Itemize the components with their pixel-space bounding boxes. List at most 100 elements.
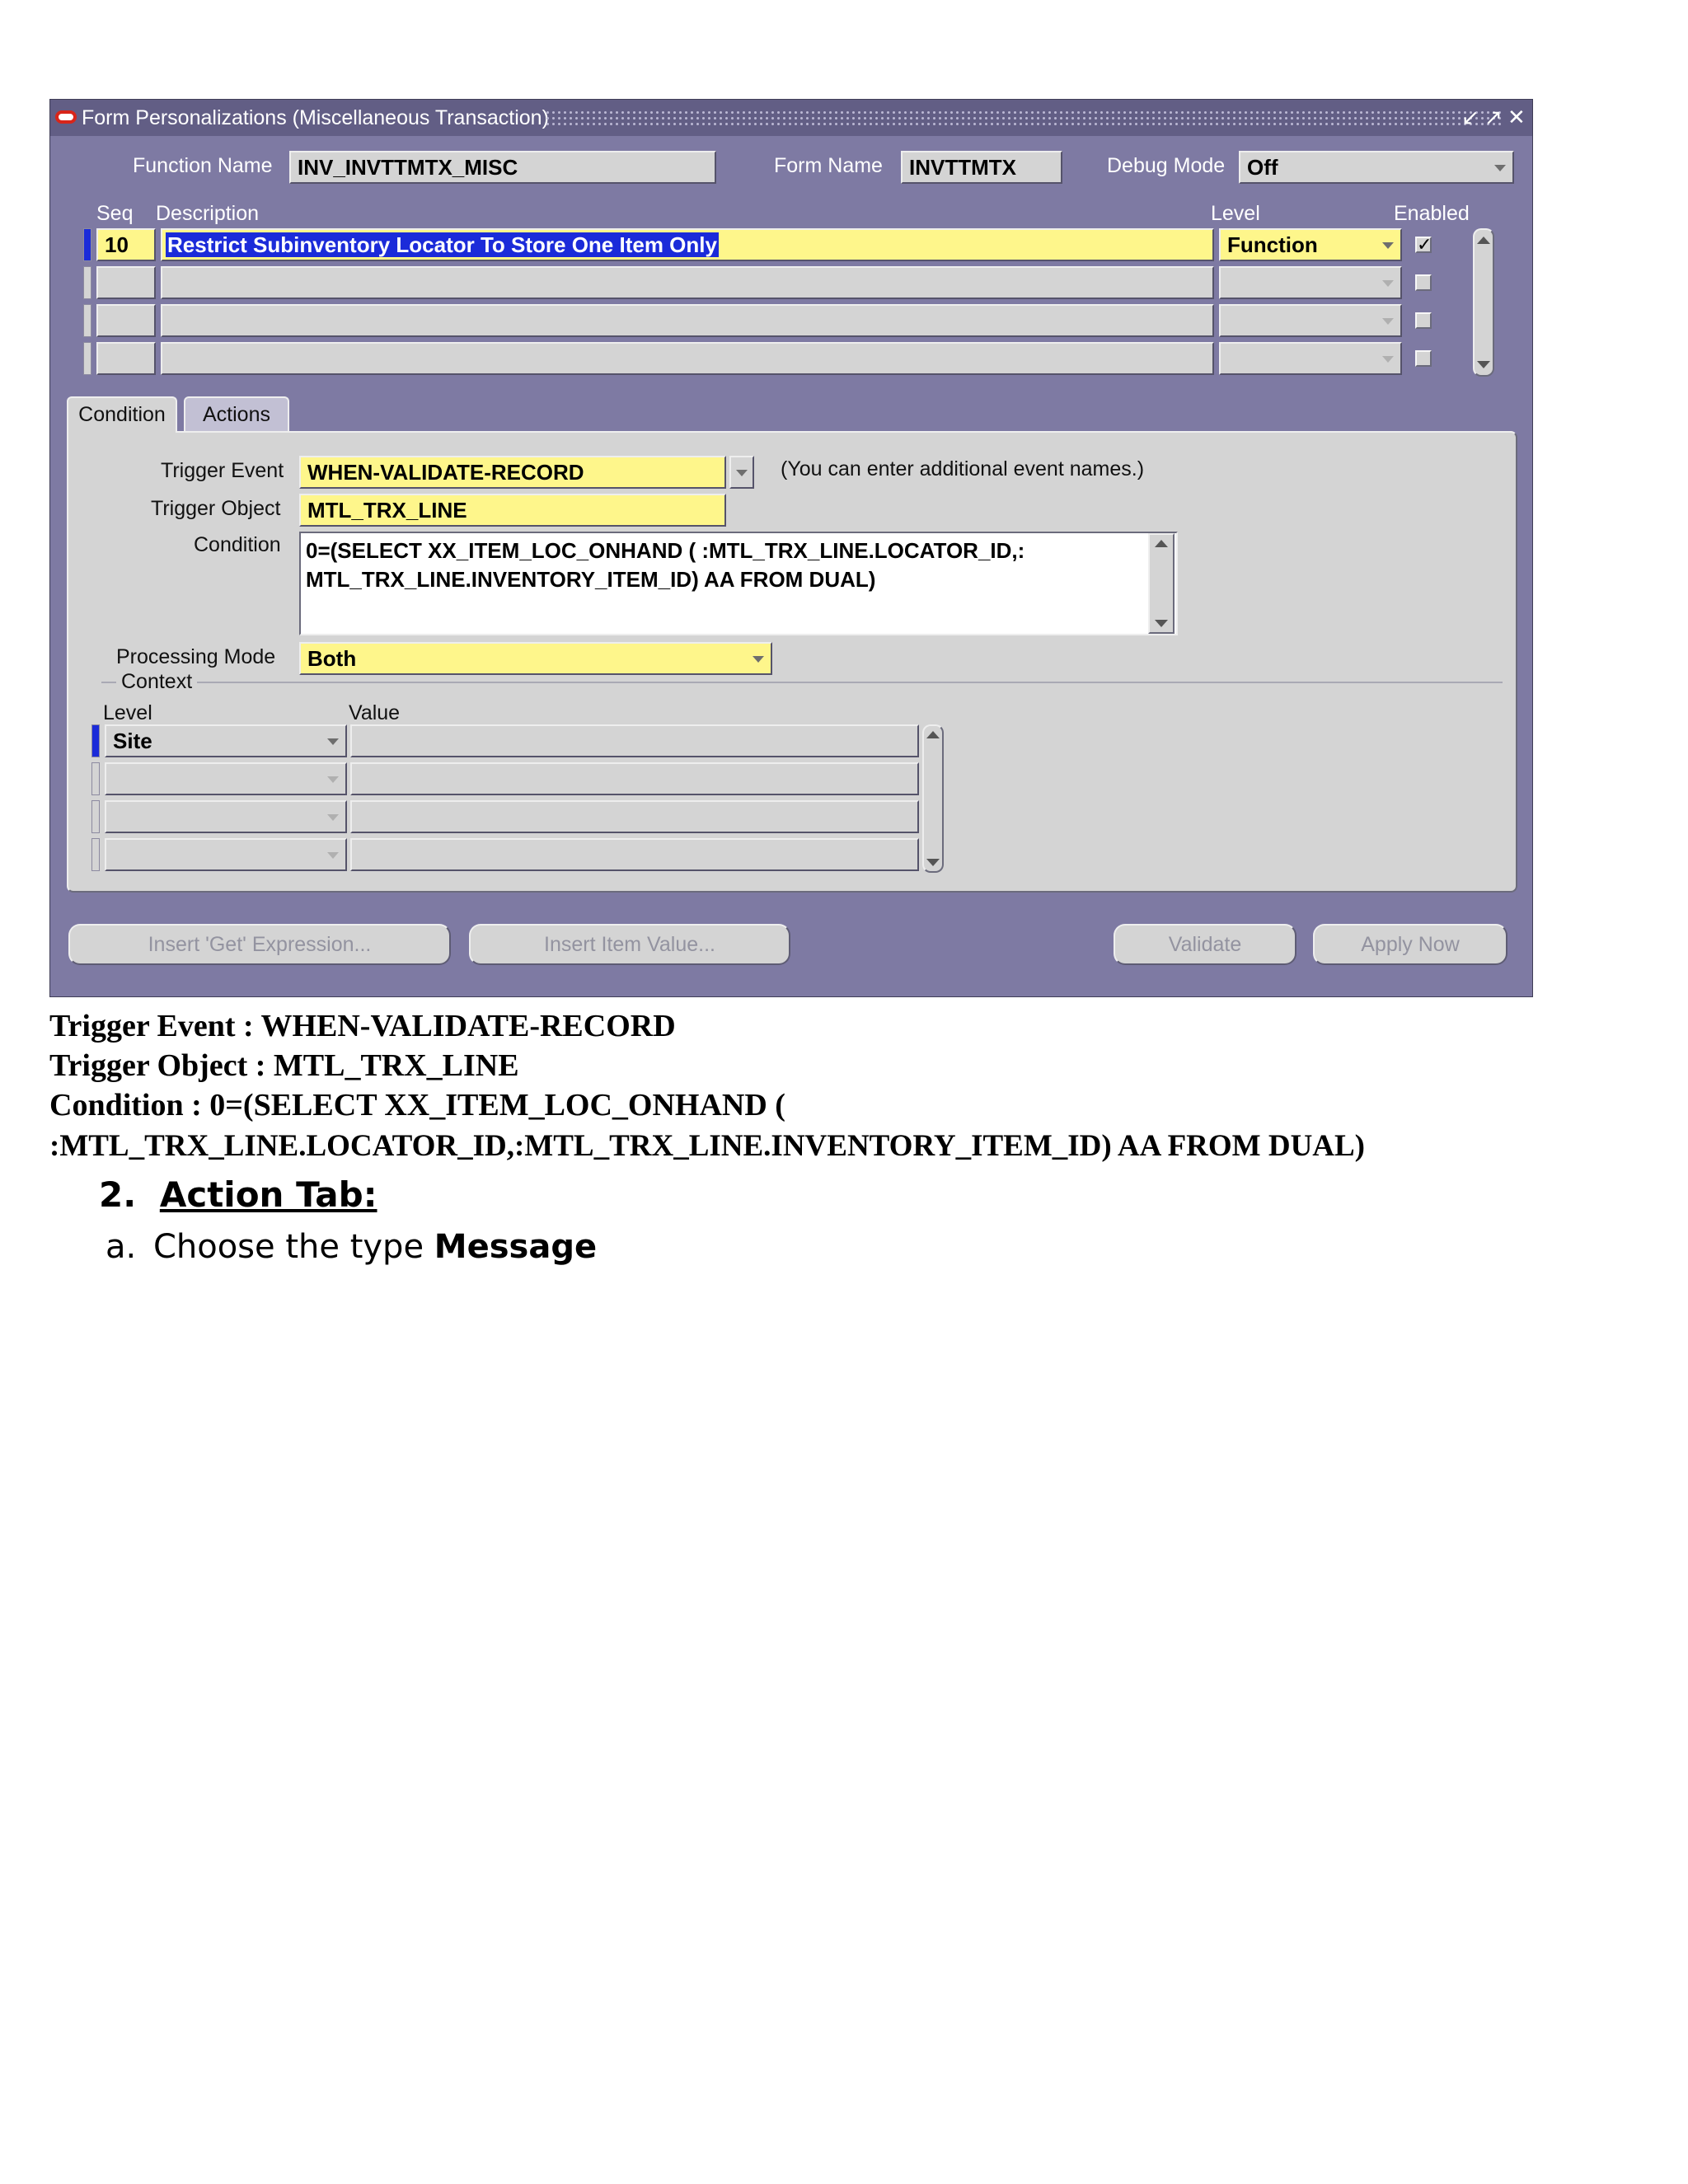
- maximize-icon[interactable]: ↗: [1484, 105, 1503, 129]
- condition-scrollbar[interactable]: [1148, 533, 1175, 634]
- tab-condition[interactable]: Condition: [67, 396, 177, 433]
- form-name-label: Form Name: [774, 154, 883, 177]
- validate-button[interactable]: Validate: [1114, 924, 1296, 965]
- context-level-select[interactable]: [105, 800, 347, 833]
- close-icon[interactable]: ✕: [1507, 105, 1526, 129]
- context-row-indicator[interactable]: [91, 800, 100, 833]
- level-select[interactable]: [1219, 342, 1402, 375]
- scroll-down-icon[interactable]: [1155, 620, 1168, 627]
- list-item-letter: a.: [106, 1228, 137, 1266]
- context-label: Context: [116, 670, 198, 693]
- section-heading: 2. Action Tab:: [99, 1174, 377, 1216]
- apply-now-button[interactable]: Apply Now: [1313, 924, 1507, 965]
- chevron-down-icon: [1382, 280, 1394, 287]
- description-field[interactable]: [161, 266, 1214, 299]
- enabled-checkbox[interactable]: [1415, 312, 1432, 329]
- context-level-value: Site: [113, 729, 152, 753]
- form-name-field[interactable]: INVTTMTX: [901, 151, 1062, 184]
- chevron-down-icon: [736, 470, 748, 476]
- condition-line-2: MTL_TRX_LINE.INVENTORY_ITEM_ID) AA FROM …: [306, 567, 876, 592]
- context-value-field[interactable]: [350, 838, 919, 871]
- window-title: Form Personalizations (Miscellaneous Tra…: [82, 106, 549, 129]
- description-field[interactable]: [161, 304, 1214, 337]
- function-name-field[interactable]: INV_INVTTMTX_MISC: [289, 151, 716, 184]
- list-item-text: Choose the type: [152, 1228, 424, 1266]
- level-value: Function: [1227, 232, 1318, 257]
- chevron-down-icon: [327, 852, 339, 859]
- form-personalizations-window: Form Personalizations (Miscellaneous Tra…: [49, 99, 1533, 997]
- trigger-object-field[interactable]: MTL_TRX_LINE: [299, 494, 726, 527]
- debug-mode-select[interactable]: Off: [1239, 151, 1514, 184]
- context-value-header: Value: [349, 701, 401, 724]
- context-row-indicator[interactable]: [91, 838, 100, 871]
- trigger-object-label: Trigger Object: [151, 497, 281, 520]
- context-divider: [101, 682, 1503, 683]
- tab-actions[interactable]: Actions: [184, 396, 289, 433]
- enabled-checkbox-checked[interactable]: ✓: [1415, 236, 1432, 254]
- level-column-header: Level: [1211, 202, 1260, 225]
- level-select[interactable]: [1219, 304, 1402, 337]
- trigger-event-dropdown[interactable]: [729, 456, 754, 489]
- function-name-label: Function Name: [133, 154, 273, 177]
- processing-mode-label: Processing Mode: [116, 645, 276, 668]
- condition-tab-panel: Trigger Event WHEN-VALIDATE-RECORD (You …: [67, 431, 1517, 893]
- condition-textarea[interactable]: 0=(SELECT XX_ITEM_LOC_ONHAND ( :MTL_TRX_…: [299, 532, 1178, 635]
- scroll-up-icon[interactable]: [1477, 237, 1490, 244]
- doc-trigger-event-line: Trigger Event : WHEN-VALIDATE-RECORD: [49, 1009, 676, 1043]
- titlebar-grip: [545, 110, 1501, 126]
- description-field[interactable]: Restrict Subinventory Locator To Store O…: [161, 228, 1214, 261]
- context-level-header: Level: [103, 701, 152, 724]
- chevron-down-icon: [327, 738, 339, 745]
- insert-get-expression-button[interactable]: Insert 'Get' Expression...: [68, 924, 451, 965]
- context-row-indicator[interactable]: [91, 762, 100, 795]
- context-level-select[interactable]: Site: [105, 724, 347, 757]
- chevron-down-icon: [1494, 165, 1506, 171]
- section-heading-text: Action Tab:: [159, 1174, 377, 1215]
- seq-field[interactable]: [96, 342, 156, 375]
- context-level-select[interactable]: [105, 762, 347, 795]
- trigger-event-combo[interactable]: WHEN-VALIDATE-RECORD: [299, 456, 726, 489]
- scroll-down-icon[interactable]: [1477, 361, 1490, 368]
- seq-field[interactable]: [96, 266, 156, 299]
- scroll-up-icon[interactable]: [926, 731, 940, 738]
- section-heading-number: 2.: [99, 1174, 137, 1215]
- row-indicator[interactable]: [83, 342, 91, 375]
- window-titlebar[interactable]: Form Personalizations (Miscellaneous Tra…: [50, 100, 1532, 136]
- context-row-indicator-current[interactable]: [91, 724, 100, 757]
- chevron-down-icon: [327, 814, 339, 821]
- enabled-checkbox[interactable]: [1415, 274, 1432, 291]
- level-select[interactable]: Function: [1219, 228, 1402, 261]
- row-indicator[interactable]: [83, 266, 91, 299]
- doc-trigger-object-line: Trigger Object : MTL_TRX_LINE: [49, 1048, 519, 1083]
- rules-scrollbar[interactable]: [1473, 228, 1494, 377]
- row-indicator-current[interactable]: [83, 228, 91, 261]
- minimize-icon[interactable]: ↙: [1461, 105, 1479, 129]
- debug-mode-label: Debug Mode: [1107, 154, 1226, 177]
- list-item-bold: Message: [434, 1228, 598, 1266]
- context-scrollbar[interactable]: [922, 724, 944, 873]
- scroll-up-icon[interactable]: [1155, 540, 1168, 547]
- row-indicator[interactable]: [83, 304, 91, 337]
- processing-mode-select[interactable]: Both: [299, 642, 772, 675]
- enabled-checkbox[interactable]: [1415, 350, 1432, 367]
- list-item: a. Choose the type Message: [106, 1226, 597, 1268]
- context-level-select[interactable]: [105, 838, 347, 871]
- condition-line-1: 0=(SELECT XX_ITEM_LOC_ONHAND ( :MTL_TRX_…: [306, 538, 1025, 563]
- chevron-down-icon: [1382, 242, 1394, 249]
- description-selected-text: Restrict Subinventory Locator To Store O…: [166, 232, 719, 257]
- trigger-event-hint: (You can enter additional event names.): [781, 457, 1145, 480]
- chevron-down-icon: [327, 776, 339, 783]
- oracle-logo-icon: [55, 110, 77, 124]
- chevron-down-icon: [753, 656, 764, 663]
- seq-field[interactable]: 10: [96, 228, 156, 261]
- seq-column-header: Seq: [96, 202, 134, 225]
- level-select[interactable]: [1219, 266, 1402, 299]
- context-value-field[interactable]: [350, 800, 919, 833]
- trigger-event-value: WHEN-VALIDATE-RECORD: [307, 460, 584, 485]
- context-value-field[interactable]: [350, 762, 919, 795]
- scroll-down-icon[interactable]: [926, 859, 940, 866]
- description-field[interactable]: [161, 342, 1214, 375]
- seq-field[interactable]: [96, 304, 156, 337]
- context-value-field[interactable]: [350, 724, 919, 757]
- insert-item-value-button[interactable]: Insert Item Value...: [469, 924, 790, 965]
